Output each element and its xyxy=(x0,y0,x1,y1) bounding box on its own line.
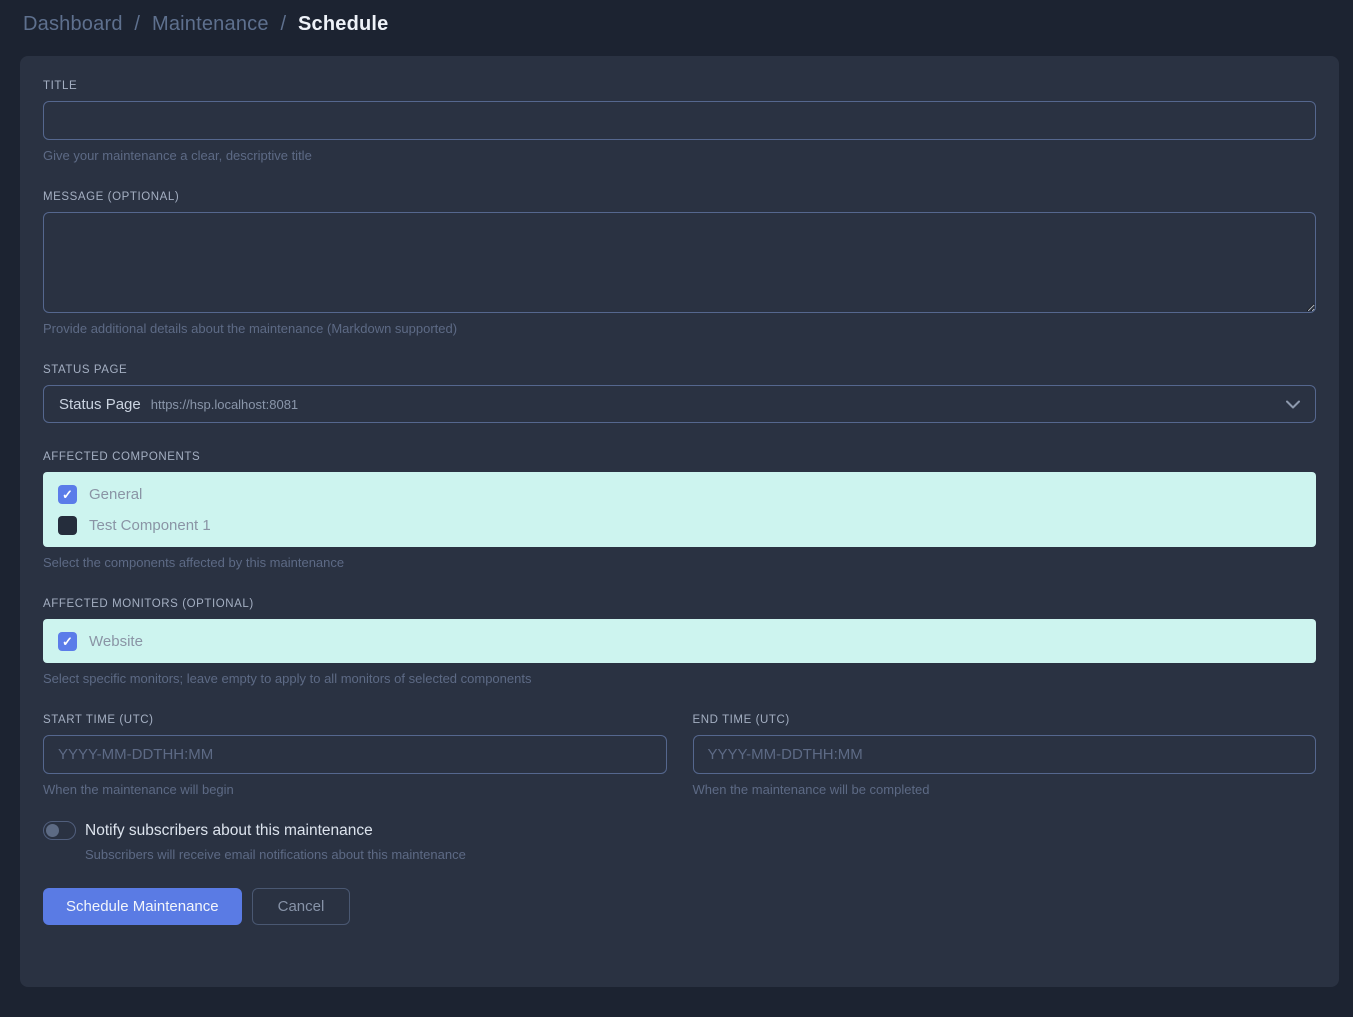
monitor-option-label: Website xyxy=(89,633,143,650)
top-header-bar: Dashboard / Maintenance / Schedule xyxy=(0,0,1353,48)
start-time-field-group: START TIME (UTC) When the maintenance wi… xyxy=(43,714,667,797)
breadcrumb-dashboard[interactable]: Dashboard xyxy=(23,13,123,35)
end-time-helper-text: When the maintenance will be completed xyxy=(693,782,1317,797)
start-time-helper-text: When the maintenance will begin xyxy=(43,782,667,797)
affected-components-field-group: AFFECTED COMPONENTS ✓ General ✓ Test Com… xyxy=(43,451,1316,570)
message-field-group: MESSAGE (OPTIONAL) Provide additional de… xyxy=(43,191,1316,336)
schedule-maintenance-button[interactable]: Schedule Maintenance xyxy=(43,888,242,925)
affected-monitors-label: AFFECTED MONITORS (OPTIONAL) xyxy=(43,598,1316,610)
affected-monitors-helper-text: Select specific monitors; leave empty to… xyxy=(43,671,1316,686)
notify-toggle-label[interactable]: Notify subscribers about this maintenanc… xyxy=(85,822,373,840)
status-page-field-group: STATUS PAGE Status Page https://hsp.loca… xyxy=(43,364,1316,423)
component-option-general[interactable]: ✓ General xyxy=(58,481,1301,507)
end-time-input[interactable] xyxy=(693,735,1317,774)
status-page-selected-url: https://hsp.localhost:8081 xyxy=(151,397,298,412)
cancel-button[interactable]: Cancel xyxy=(252,888,351,925)
component-option-test-component-1[interactable]: ✓ Test Component 1 xyxy=(58,512,1301,538)
affected-components-panel: ✓ General ✓ Test Component 1 xyxy=(43,472,1316,547)
notify-helper-text: Subscribers will receive email notificat… xyxy=(85,847,1316,862)
affected-components-label: AFFECTED COMPONENTS xyxy=(43,451,1316,463)
component-option-label: General xyxy=(89,486,142,503)
breadcrumb-maintenance[interactable]: Maintenance xyxy=(152,13,269,35)
status-page-select[interactable]: Status Page https://hsp.localhost:8081 xyxy=(43,385,1316,423)
maintenance-form-card: TITLE Give your maintenance a clear, des… xyxy=(20,56,1339,987)
end-time-field-group: END TIME (UTC) When the maintenance will… xyxy=(693,714,1317,797)
end-time-label: END TIME (UTC) xyxy=(693,714,1317,726)
message-label: MESSAGE (OPTIONAL) xyxy=(43,191,1316,203)
chevron-down-icon xyxy=(1286,400,1300,409)
notify-toggle[interactable] xyxy=(43,821,76,840)
affected-monitors-panel: ✓ Website xyxy=(43,619,1316,663)
breadcrumb-current-schedule: Schedule xyxy=(298,13,389,35)
message-textarea[interactable] xyxy=(43,212,1316,313)
form-actions: Schedule Maintenance Cancel xyxy=(43,888,1316,925)
breadcrumb-separator: / xyxy=(280,13,286,35)
checkbox-general[interactable]: ✓ xyxy=(58,485,77,504)
affected-components-helper-text: Select the components affected by this m… xyxy=(43,555,1316,570)
breadcrumb-separator: / xyxy=(134,13,140,35)
check-icon: ✓ xyxy=(62,635,73,648)
title-label: TITLE xyxy=(43,80,1316,92)
status-page-selected-name: Status Page xyxy=(59,396,141,413)
checkbox-website[interactable]: ✓ xyxy=(58,632,77,651)
toggle-knob xyxy=(46,824,59,837)
component-option-label: Test Component 1 xyxy=(89,517,211,534)
check-icon: ✓ xyxy=(62,488,73,501)
title-field-group: TITLE Give your maintenance a clear, des… xyxy=(43,80,1316,163)
start-time-input[interactable] xyxy=(43,735,667,774)
message-helper-text: Provide additional details about the mai… xyxy=(43,321,1316,336)
start-time-label: START TIME (UTC) xyxy=(43,714,667,726)
status-page-label: STATUS PAGE xyxy=(43,364,1316,376)
breadcrumb: Dashboard / Maintenance / Schedule xyxy=(23,13,1330,36)
checkbox-test-component-1[interactable]: ✓ xyxy=(58,516,77,535)
affected-monitors-field-group: AFFECTED MONITORS (OPTIONAL) ✓ Website S… xyxy=(43,598,1316,686)
title-input[interactable] xyxy=(43,101,1316,140)
notify-toggle-group: Notify subscribers about this maintenanc… xyxy=(43,821,1316,862)
time-fields-row: START TIME (UTC) When the maintenance wi… xyxy=(43,714,1316,797)
title-helper-text: Give your maintenance a clear, descripti… xyxy=(43,148,1316,163)
monitor-option-website[interactable]: ✓ Website xyxy=(58,628,1301,654)
